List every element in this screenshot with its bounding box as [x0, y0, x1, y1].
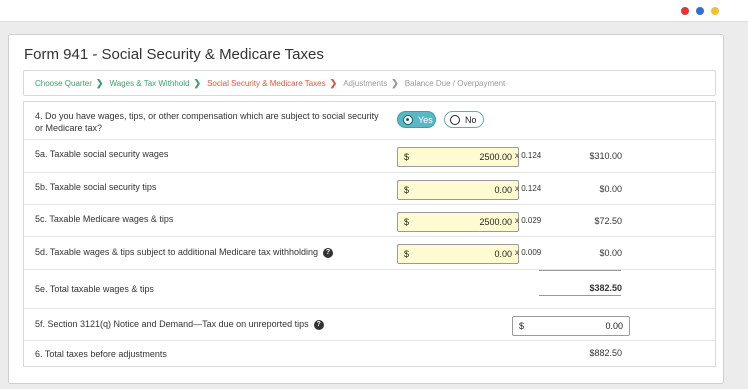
- l5b-input-box[interactable]: $: [397, 180, 519, 200]
- l5a-input[interactable]: [442, 150, 512, 164]
- l5a-rate: x 0.124: [515, 151, 542, 160]
- row-5f: 5f. Section 3121(q) Notice and Demand—Ta…: [24, 309, 715, 341]
- l5d-label: 5d. Taxable wages & tips subject to addi…: [35, 247, 319, 257]
- yes-label: Yes: [418, 114, 433, 125]
- row-5b: 5b. Taxable social security tips $ x 0.1…: [24, 173, 715, 205]
- chevron-right-icon: ❯: [391, 77, 399, 88]
- tax-form: 4. Do you have wages, tips, or other com…: [23, 101, 716, 367]
- currency-symbol: $: [404, 185, 410, 195]
- yellow-dot-icon: [711, 7, 719, 15]
- chevron-right-icon: ❯: [95, 77, 104, 88]
- red-dot-icon: [681, 7, 689, 15]
- currency-symbol: $: [404, 217, 410, 227]
- l5a-label: 5a. Taxable social security wages: [35, 149, 169, 159]
- currency-symbol: $: [404, 249, 410, 259]
- step-choose-quarter[interactable]: Choose Quarter ❯: [35, 78, 109, 89]
- step-label: Wages & Tax Withhold: [109, 78, 190, 88]
- step-label: Choose Quarter: [35, 78, 92, 88]
- currency-symbol: $: [404, 152, 410, 162]
- step-label: Balance Due / Overpayment: [404, 78, 506, 88]
- l5a-amount: $310.00: [589, 151, 622, 161]
- step-wages-tax-withhold[interactable]: Wages & Tax Withhold ❯: [109, 78, 207, 89]
- l5d-input[interactable]: [442, 247, 512, 261]
- step-breadcrumb: Choose Quarter ❯ Wages & Tax Withhold ❯ …: [23, 70, 716, 96]
- total-rule-bottom: [539, 295, 621, 296]
- l5f-input[interactable]: [553, 319, 623, 333]
- step-balance-due[interactable]: Balance Due / Overpayment: [405, 79, 506, 88]
- yes-toggle-button[interactable]: Yes: [397, 111, 436, 128]
- l5f-label-wrap: 5f. Section 3121(q) Notice and Demand—Ta…: [35, 318, 324, 330]
- help-icon[interactable]: ?: [323, 247, 334, 258]
- l5c-label: 5c. Taxable Medicare wages & tips: [35, 214, 174, 224]
- help-icon[interactable]: ?: [313, 319, 324, 330]
- l5c-input[interactable]: [442, 215, 512, 229]
- row-q4: 4. Do you have wages, tips, or other com…: [24, 102, 715, 140]
- l6-label: 6. Total taxes before adjustments: [35, 349, 167, 359]
- radio-selected-icon: [403, 114, 413, 125]
- l5b-amount: $0.00: [599, 184, 622, 194]
- no-toggle-button[interactable]: No: [444, 111, 484, 128]
- radio-unselected-icon: [450, 114, 460, 125]
- step-social-security-medicare[interactable]: Social Security & Medicare Taxes ❯: [207, 78, 343, 89]
- l5d-rate: x 0.009: [515, 248, 542, 257]
- step-label: Adjustments: [343, 78, 388, 88]
- chevron-right-icon: ❯: [329, 77, 338, 88]
- l5b-label: 5b. Taxable social security tips: [35, 182, 157, 192]
- row-6: 6. Total taxes before adjustments $882.5…: [24, 341, 715, 367]
- form-card: Form 941 - Social Security & Medicare Ta…: [8, 34, 724, 384]
- l5f-input-box[interactable]: $: [512, 316, 630, 336]
- row-5d: 5d. Taxable wages & tips subject to addi…: [24, 237, 715, 270]
- l5c-rate: x 0.029: [515, 216, 542, 225]
- l5e-amount: $382.50: [589, 283, 622, 293]
- chevron-right-icon: ❯: [193, 77, 202, 88]
- row-5a: 5a. Taxable social security wages $ x 0.…: [24, 140, 715, 173]
- l5b-rate: x 0.124: [515, 184, 542, 193]
- l5d-label-wrap: 5d. Taxable wages & tips subject to addi…: [35, 246, 334, 258]
- row-5e: 5e. Total taxable wages & tips $382.50: [24, 270, 715, 309]
- l5f-label: 5f. Section 3121(q) Notice and Demand—Ta…: [35, 319, 309, 329]
- blue-dot-icon: [696, 7, 704, 15]
- l5c-amount: $72.50: [594, 216, 622, 226]
- row-5c: 5c. Taxable Medicare wages & tips $ x 0.…: [24, 205, 715, 237]
- l5a-input-box[interactable]: $: [397, 147, 519, 167]
- l5b-input[interactable]: [442, 183, 512, 197]
- l5e-label: 5e. Total taxable wages & tips: [35, 284, 154, 294]
- no-label: No: [465, 114, 477, 125]
- page-title: Form 941 - Social Security & Medicare Ta…: [24, 46, 324, 63]
- browser-top-bar: [0, 0, 748, 22]
- l5c-input-box[interactable]: $: [397, 212, 519, 232]
- step-label: Social Security & Medicare Taxes: [207, 78, 326, 88]
- l5d-amount: $0.00: [599, 248, 622, 258]
- q4-label: 4. Do you have wages, tips, or other com…: [35, 111, 379, 133]
- l5d-input-box[interactable]: $: [397, 244, 519, 264]
- currency-symbol: $: [519, 321, 525, 331]
- total-rule-top: [539, 270, 621, 271]
- l6-amount: $882.50: [589, 348, 622, 358]
- step-adjustments[interactable]: Adjustments ❯: [343, 78, 405, 89]
